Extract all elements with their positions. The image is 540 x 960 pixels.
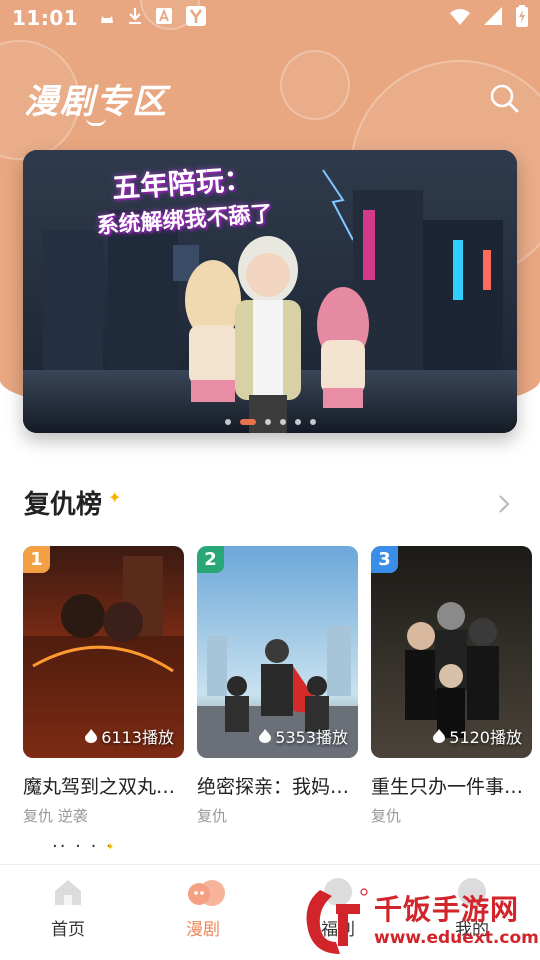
drama-poster[interactable]: 2 5353播放 <box>197 546 358 758</box>
watermark-url: www.eduext.com <box>374 928 539 948</box>
play-count: 5120播放 <box>433 724 522 748</box>
download-icon <box>128 7 142 29</box>
carousel-indicator <box>23 419 517 425</box>
tab-drama[interactable]: 漫剧 <box>163 875 243 940</box>
play-count-text: 5353播放 <box>275 728 348 747</box>
chevron-right-icon[interactable] <box>494 490 514 518</box>
tab-label: 首页 <box>51 920 85 940</box>
tab-home[interactable]: 首页 <box>28 875 108 940</box>
section-title: 复仇榜 <box>24 490 103 520</box>
featured-banner[interactable]: 五年陪玩： 系统解绑我不舔了 <box>23 150 517 433</box>
play-count: 6113播放 <box>85 724 174 748</box>
drama-tags: 复仇 <box>371 807 402 825</box>
play-count: 5353播放 <box>259 724 348 748</box>
flame-icon <box>259 729 272 743</box>
drama-card[interactable]: 1 6113播放 魔丸驾到之双丸… 复仇 逆袭 <box>23 546 184 826</box>
drama-title: 绝密探亲：我妈… <box>197 776 350 798</box>
wifi-icon <box>450 6 470 30</box>
watermark-logo-icon <box>306 888 368 954</box>
a-icon <box>156 8 173 28</box>
carousel-dot[interactable] <box>224 419 231 425</box>
status-bar: 11:01 <box>0 0 540 36</box>
y-icon <box>186 6 207 30</box>
carousel-dot[interactable] <box>279 419 286 425</box>
drama-tags: 复仇 <box>197 807 228 825</box>
drama-poster[interactable]: 1 6113播放 <box>23 546 184 758</box>
app-screen: 11:01 漫剧专区 五年陪玩： 系统解绑我不舔了 复仇榜 ✦ 1 6113播放… <box>0 0 540 960</box>
watermark-text: 千饭手游网 <box>374 893 520 926</box>
home-icon <box>51 875 85 909</box>
drama-title: 重生只办一件事… <box>371 776 524 798</box>
tab-label: 漫剧 <box>186 920 220 940</box>
site-watermark: 千饭手游网 www.eduext.com <box>300 884 540 960</box>
drama-card[interactable]: 3 5120播放 重生只办一件事… 复仇 <box>371 546 532 826</box>
drama-card[interactable]: 2 5353播放 绝密探亲：我妈… 复仇 <box>197 546 358 826</box>
drama-title: 魔丸驾到之双丸… <box>23 776 176 798</box>
search-icon[interactable] <box>488 82 520 114</box>
cat-icon <box>100 9 114 28</box>
sparkle-icon: ✦ <box>108 488 122 507</box>
rank-badge: 3 <box>371 546 398 573</box>
rank-badge: 2 <box>197 546 224 573</box>
carousel-dot-active[interactable] <box>239 419 256 425</box>
rank-badge: 1 <box>23 546 50 573</box>
battery-icon <box>516 4 528 32</box>
drama-tags: 复仇 逆袭 <box>23 807 88 825</box>
flame-icon <box>85 729 98 743</box>
decor-bubble <box>280 50 350 120</box>
status-time: 11:01 <box>12 6 79 30</box>
page-title: 漫剧专区 <box>24 82 168 122</box>
play-count-text: 5120播放 <box>449 728 522 747</box>
flame-icon <box>433 729 446 743</box>
sparkle-icon: ✦ <box>106 842 115 853</box>
signal-icon <box>484 6 502 30</box>
carousel-dot[interactable] <box>264 419 271 425</box>
play-count-text: 6113播放 <box>101 728 174 747</box>
carousel-dot[interactable] <box>309 419 316 425</box>
carousel-dot[interactable] <box>294 419 301 425</box>
drama-poster[interactable]: 3 5120播放 <box>371 546 532 758</box>
next-section-peek: ·· · · · <box>52 836 114 857</box>
drama-icon <box>186 875 225 909</box>
